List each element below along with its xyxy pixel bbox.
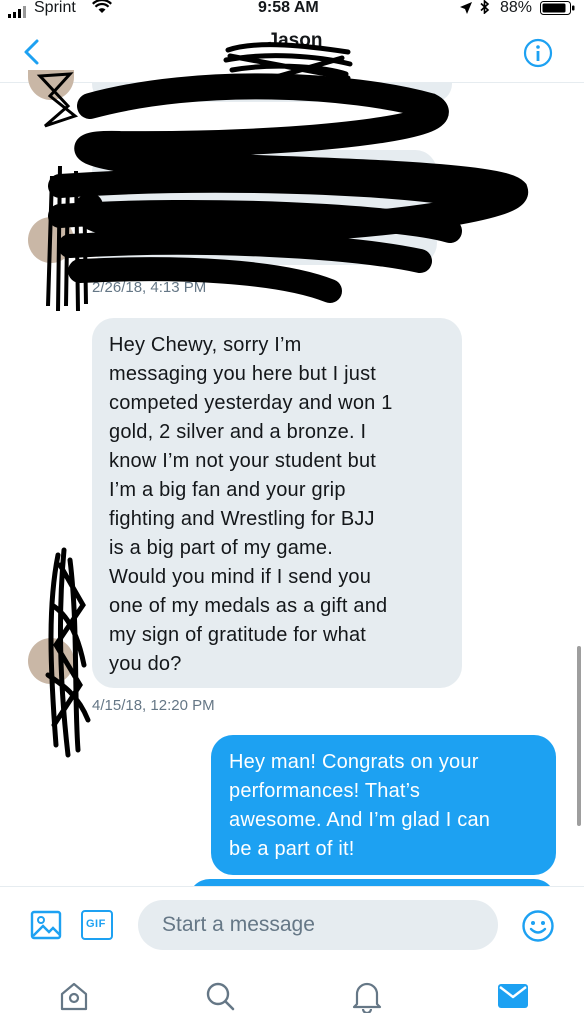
message-bubble-incoming[interactable]: Hey Chewy, sorry I’m messaging you here … [92,318,462,688]
wifi-icon [92,0,112,19]
search-icon [206,982,235,1011]
location-icon [460,1,472,19]
back-button[interactable] [22,38,46,66]
tab-notifications[interactable] [351,979,383,1015]
emoji-button[interactable] [521,909,555,943]
messages-icon [498,984,528,1008]
redaction-scribble [36,72,528,312]
message-input-placeholder: Start a message [162,913,315,936]
info-button[interactable] [523,38,553,68]
message-text: Hey man! Congrats on your performances! … [229,751,491,860]
notifications-icon [352,982,382,1015]
image-button[interactable] [30,909,62,941]
message-composer: GIF Start a message [0,886,584,963]
carrier-label: Sprint [34,0,76,16]
info-icon [523,38,553,68]
tab-home[interactable] [58,980,90,1012]
scrollbar[interactable] [577,646,581,826]
message-bubble-outgoing[interactable]: Hey man! Congrats on your performances! … [211,735,556,875]
clock: 9:58 AM [258,0,319,16]
message-input[interactable]: Start a message [138,900,498,950]
tab-messages[interactable] [497,982,529,1010]
home-icon [60,982,88,1011]
image-icon [30,910,62,940]
bluetooth-icon [480,0,490,19]
chevron-left-icon [24,39,39,65]
smiley-icon [522,910,554,942]
tab-bar [0,962,584,1030]
message-text: Hey Chewy, sorry I’m messaging you here … [109,334,393,675]
message-timestamp: 4/15/18, 12:20 PM [92,697,215,714]
battery-percent: 88% [500,0,533,16]
gif-label: GIF [86,918,106,930]
tab-search[interactable] [204,980,236,1012]
gif-button[interactable]: GIF [81,910,113,940]
status-bar: Sprint 9:58 AM 88% [0,0,584,20]
battery-icon [540,1,576,21]
redaction-scribble [45,547,91,758]
